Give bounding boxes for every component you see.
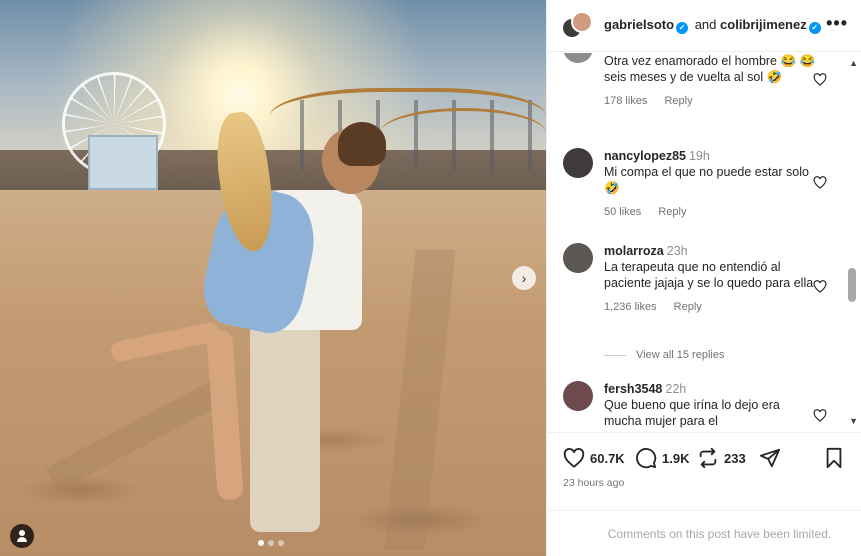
like-comment-heart-icon[interactable] bbox=[813, 409, 827, 422]
carousel-indicator bbox=[258, 540, 284, 546]
like-comment-heart-icon[interactable] bbox=[813, 73, 827, 86]
carousel-dot bbox=[278, 540, 284, 546]
author-username[interactable]: gabrielsoto bbox=[604, 17, 674, 32]
like-comment-heart-icon[interactable] bbox=[813, 176, 827, 189]
share-button[interactable] bbox=[759, 447, 786, 469]
post-timestamp[interactable]: 23 hours ago bbox=[563, 477, 624, 489]
view-replies-link[interactable]: View all 15 replies bbox=[604, 349, 724, 361]
likes-count[interactable]: 60.7K bbox=[590, 451, 625, 466]
comment-text: Mi compa el que no puede estar solo 🤣 bbox=[604, 165, 809, 195]
reposts-count[interactable]: 233 bbox=[724, 451, 746, 466]
verified-badge-icon: ✓ bbox=[808, 22, 821, 34]
carousel-dot bbox=[268, 540, 274, 546]
photo-roller-coaster-track bbox=[380, 108, 546, 158]
post-side-panel: gabrielsoto ✓ and colibrijimenez ✓ ••• Otr… bbox=[546, 0, 861, 556]
comment-meta: 1,236 likes Reply bbox=[604, 299, 819, 315]
repost-button[interactable]: 233 bbox=[697, 447, 746, 469]
comment-likes[interactable]: 1,236 likes bbox=[604, 301, 657, 313]
bookmark-icon bbox=[826, 447, 842, 469]
avatar[interactable] bbox=[563, 148, 593, 178]
post-header: gabrielsoto ✓ and colibrijimenez ✓ ••• bbox=[547, 0, 861, 52]
paper-plane-icon bbox=[759, 448, 781, 468]
photo-man-pants bbox=[250, 322, 320, 532]
avatar[interactable] bbox=[563, 243, 593, 273]
comment-body: molarroza 23h La terapeuta que no entendi… bbox=[604, 243, 819, 315]
author-username[interactable]: colibrijimenez bbox=[720, 17, 807, 32]
comment-bubble-icon bbox=[636, 448, 657, 469]
comment-time[interactable]: 23h bbox=[667, 244, 688, 258]
comment-meta: 178 likes Reply bbox=[604, 93, 819, 109]
comment-text: La terapeuta que no entendió al paciente… bbox=[604, 260, 814, 290]
comments-count[interactable]: 1.9K bbox=[662, 451, 689, 466]
tagged-users-icon[interactable] bbox=[10, 524, 34, 548]
photo-lifeguard-tower bbox=[88, 135, 158, 190]
like-button[interactable]: 60.7K bbox=[563, 447, 625, 469]
comment-username[interactable]: fersh3548 bbox=[604, 382, 662, 396]
comments-limited-notice: Comments on this post have been limited. bbox=[547, 510, 861, 556]
post-actions-bar: 60.7K 1.9K 233 23 hours ago bbox=[547, 432, 861, 506]
comment-body: Otra vez enamorado el hombre 😂 😂 seis me… bbox=[604, 53, 819, 109]
comment-text: Que bueno que irína lo dejo era mucha mu… bbox=[604, 398, 780, 428]
repost-icon bbox=[699, 447, 717, 469]
comment-body: fersh3548 22h Que bueno que irína lo dejo… bbox=[604, 381, 819, 429]
save-button[interactable] bbox=[823, 447, 850, 469]
comment-time[interactable]: 22h bbox=[665, 382, 686, 396]
chevron-right-icon: › bbox=[521, 270, 527, 286]
collab-avatars[interactable] bbox=[561, 11, 595, 43]
scroll-down-arrow-icon[interactable]: ▼ bbox=[849, 416, 858, 426]
comment-username[interactable]: nancylopez85 bbox=[604, 149, 686, 163]
reply-button[interactable]: Reply bbox=[658, 206, 686, 218]
comment-button[interactable]: 1.9K bbox=[635, 447, 689, 469]
authors-conjunction: and bbox=[694, 17, 717, 32]
comment-text: Otra vez enamorado el hombre 😂 😂 seis me… bbox=[604, 54, 816, 84]
post-authors: gabrielsoto ✓ and colibrijimenez ✓ bbox=[604, 17, 824, 34]
comment-body: nancylopez85 19h Mi compa el que no puede… bbox=[604, 148, 819, 220]
more-options-icon[interactable]: ••• bbox=[826, 13, 848, 34]
scroll-up-arrow-icon[interactable]: ▲ bbox=[849, 58, 858, 68]
post-photo[interactable]: › bbox=[0, 0, 546, 556]
comment-time[interactable]: 19h bbox=[689, 149, 710, 163]
comments-list[interactable]: Otra vez enamorado el hombre 😂 😂 seis me… bbox=[547, 53, 861, 431]
comment-likes[interactable]: 178 likes bbox=[604, 95, 647, 107]
comment-meta: 50 likes Reply bbox=[604, 204, 819, 220]
carousel-dot bbox=[258, 540, 264, 546]
scrollbar-thumb[interactable] bbox=[848, 268, 856, 302]
carousel-next-button[interactable]: › bbox=[512, 266, 536, 290]
reply-button[interactable]: Reply bbox=[664, 95, 692, 107]
reply-button[interactable]: Reply bbox=[674, 301, 702, 313]
heart-icon bbox=[563, 448, 585, 468]
avatar[interactable] bbox=[571, 11, 593, 33]
comment-username[interactable]: molarroza bbox=[604, 244, 664, 258]
avatar[interactable] bbox=[563, 53, 593, 63]
avatar[interactable] bbox=[563, 381, 593, 411]
photo-man-hair bbox=[338, 122, 386, 166]
verified-badge-icon: ✓ bbox=[676, 22, 689, 34]
comment-likes[interactable]: 50 likes bbox=[604, 206, 641, 218]
like-comment-heart-icon[interactable] bbox=[813, 280, 827, 293]
